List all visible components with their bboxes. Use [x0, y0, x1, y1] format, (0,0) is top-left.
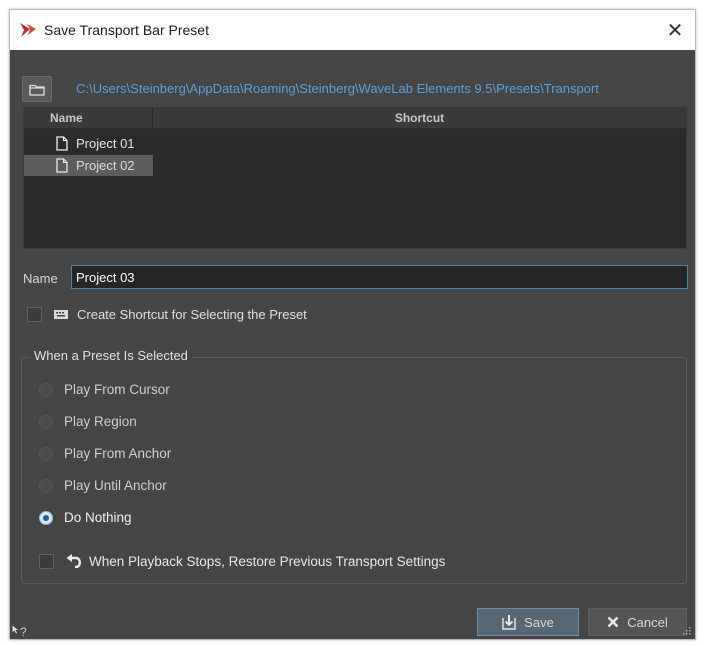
browse-folder-button[interactable] — [22, 76, 52, 102]
radio-label-play-region: Play Region — [64, 414, 137, 429]
radio-label-play-from-cursor: Play From Cursor — [64, 382, 170, 397]
document-icon — [56, 136, 68, 151]
save-button[interactable]: Save — [477, 608, 579, 636]
radio-play-from-anchor[interactable] — [39, 447, 53, 461]
create-shortcut-checkbox[interactable] — [27, 307, 42, 322]
preset-name-input[interactable] — [71, 265, 688, 289]
radio-play-from-cursor[interactable] — [39, 383, 53, 397]
undo-icon — [66, 554, 81, 568]
preset-name-cell: Project 01 — [76, 136, 135, 151]
name-field-label: Name — [23, 271, 58, 286]
dialog-body: C:\Users\Steinberg\AppData\Roaming\Stein… — [10, 50, 695, 639]
wavelab-app-icon — [20, 23, 36, 37]
cancel-button[interactable]: Cancel — [588, 608, 687, 636]
restore-settings-label: When Playback Stops, Restore Previous Tr… — [89, 554, 446, 569]
create-shortcut-label: Create Shortcut for Selecting the Preset — [77, 307, 307, 322]
preset-name-cell: Project 02 — [76, 158, 135, 173]
cancel-button-label: Cancel — [627, 614, 668, 630]
title-bar: Save Transport Bar Preset ✕ — [10, 10, 695, 50]
radio-play-until-anchor[interactable] — [39, 479, 53, 493]
table-header: Name Shortcut — [24, 108, 686, 129]
window-title: Save Transport Bar Preset — [44, 22, 209, 38]
keyboard-icon — [54, 310, 68, 319]
column-header-shortcut[interactable]: Shortcut — [153, 108, 686, 129]
radio-label-play-from-anchor: Play From Anchor — [64, 446, 172, 461]
presets-table: Name Shortcut Project 01 Project 02 — [23, 107, 687, 249]
resize-grip-icon[interactable] — [681, 625, 691, 635]
preset-group-title: When a Preset Is Selected — [30, 348, 192, 363]
preset-path-link[interactable]: C:\Users\Steinberg\AppData\Roaming\Stein… — [76, 81, 599, 96]
document-icon — [56, 158, 68, 173]
help-button[interactable]: ? — [12, 625, 27, 639]
save-icon — [502, 615, 516, 630]
cancel-icon — [607, 616, 619, 628]
save-transport-bar-preset-dialog: Save Transport Bar Preset ✕ C:\Users\Ste… — [9, 9, 696, 640]
help-icon: ? — [20, 625, 27, 639]
table-row[interactable]: Project 01 — [24, 133, 153, 154]
save-button-label: Save — [524, 614, 554, 630]
table-row[interactable]: Project 02 — [24, 155, 153, 176]
radio-label-do-nothing: Do Nothing — [64, 510, 132, 525]
close-button[interactable]: ✕ — [655, 10, 695, 50]
column-header-name[interactable]: Name — [24, 108, 153, 129]
radio-label-play-until-anchor: Play Until Anchor — [64, 478, 167, 493]
radio-do-nothing[interactable] — [39, 511, 53, 525]
help-pointer-icon — [12, 625, 18, 634]
close-icon: ✕ — [666, 19, 684, 42]
restore-settings-checkbox[interactable] — [39, 554, 54, 569]
radio-play-region[interactable] — [39, 415, 53, 429]
folder-icon — [29, 84, 45, 96]
